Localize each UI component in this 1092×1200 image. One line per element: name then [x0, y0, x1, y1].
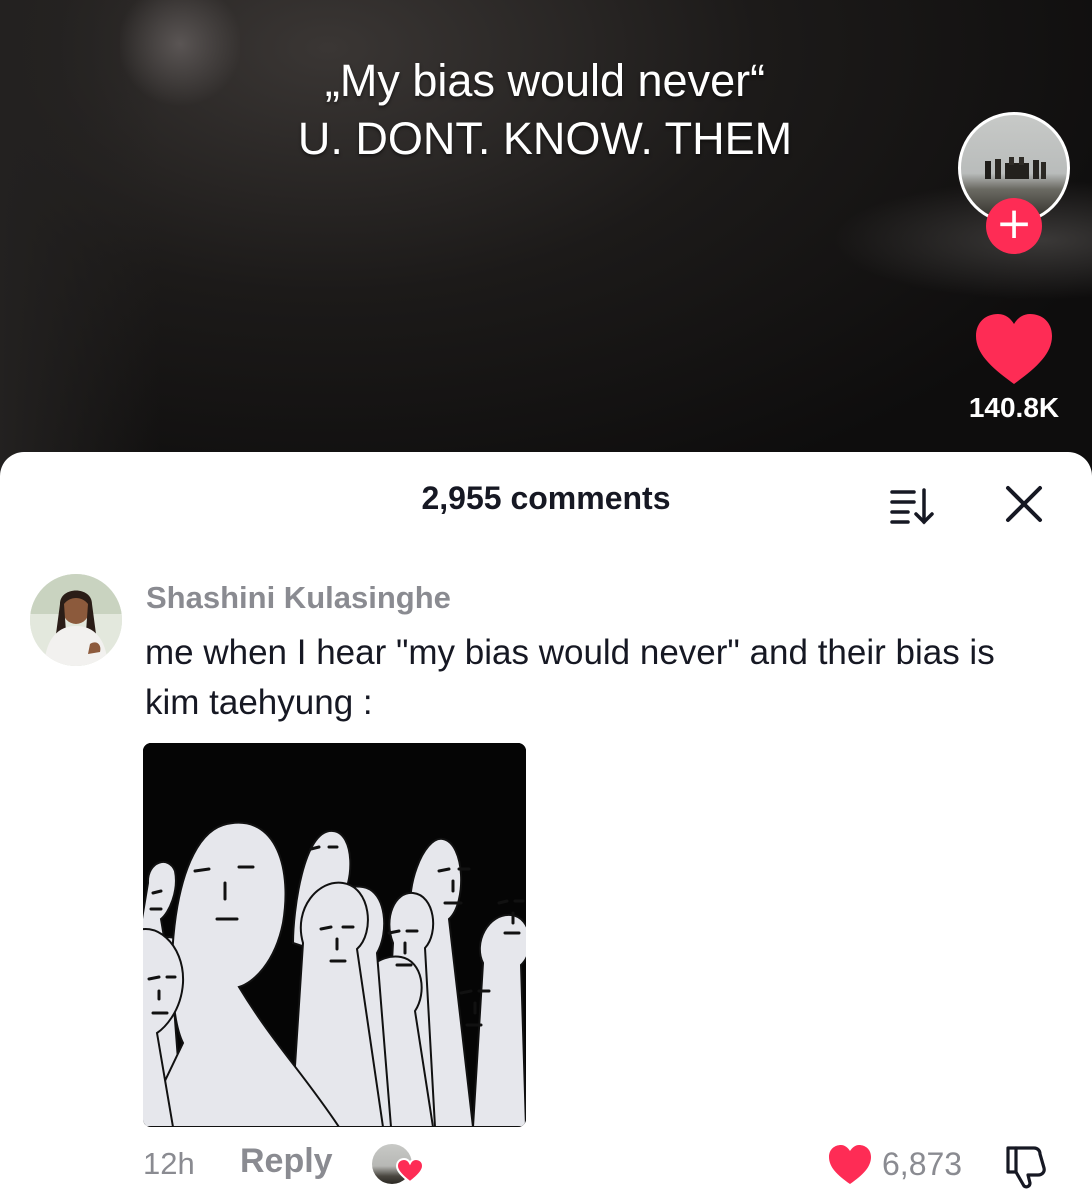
comment-username[interactable]: Shashini Kulasinghe	[146, 580, 451, 616]
liked-by-creator-badge	[372, 1142, 428, 1188]
comment-text: me when I hear "my bias would never" and…	[145, 633, 995, 722]
avatar-photo	[30, 574, 122, 666]
comment-timestamp: 12h	[143, 1146, 195, 1181]
heart-icon[interactable]	[826, 1142, 874, 1188]
comment-image[interactable]	[143, 743, 526, 1127]
caption-line-1: „My bias would never“	[324, 55, 766, 106]
heart-icon	[396, 1158, 424, 1184]
reply-button[interactable]: Reply	[240, 1142, 333, 1181]
npc-crowd-image	[143, 743, 526, 1127]
video-like-count: 140.8K	[968, 392, 1060, 423]
video-caption: „My bias would never“ U. DONT. KNOW. THE…	[180, 52, 910, 168]
comment-like-count: 6,873	[882, 1146, 963, 1182]
close-icon[interactable]	[1002, 482, 1046, 526]
sort-icon[interactable]	[888, 484, 938, 526]
avatar[interactable]	[30, 574, 122, 666]
comments-sheet: 2,955 comments Shashini Kulasinghe me wh…	[0, 452, 1092, 1200]
caption-line-2: U. DONT. KNOW. THEM	[297, 113, 793, 164]
video-player[interactable]: „My bias would never“ U. DONT. KNOW. THE…	[0, 0, 1092, 480]
creator-avatar-photo	[985, 157, 1046, 179]
dislike-icon[interactable]	[1000, 1142, 1048, 1190]
plus-icon: +	[995, 198, 1033, 249]
follow-button[interactable]: +	[986, 198, 1042, 254]
heart-icon[interactable]	[974, 312, 1054, 388]
